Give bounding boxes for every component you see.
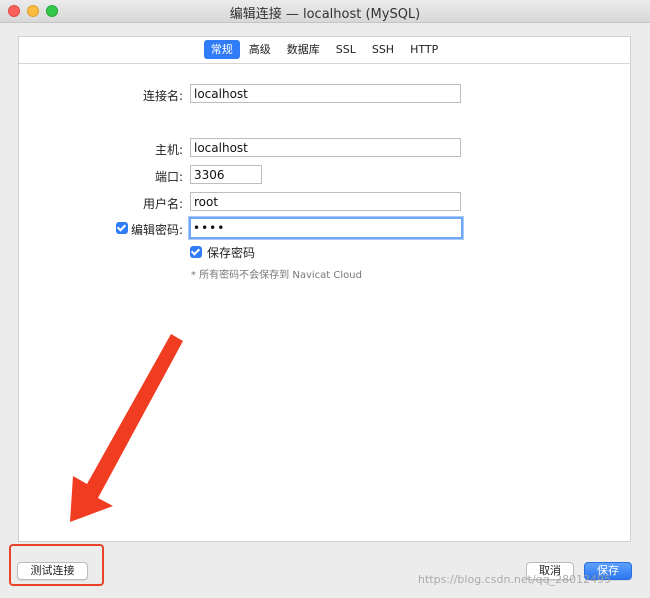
- test-connection-button[interactable]: 测试连接: [17, 562, 88, 580]
- watermark: https://blog.csdn.net/qq_28012495: [418, 573, 612, 586]
- edit-connection-window: 编辑连接 — localhost (MySQL) 常规 高级 数据库 SSL S…: [0, 0, 650, 598]
- annotation-arrow-icon: [70, 334, 183, 522]
- arrow-shape: [70, 334, 183, 522]
